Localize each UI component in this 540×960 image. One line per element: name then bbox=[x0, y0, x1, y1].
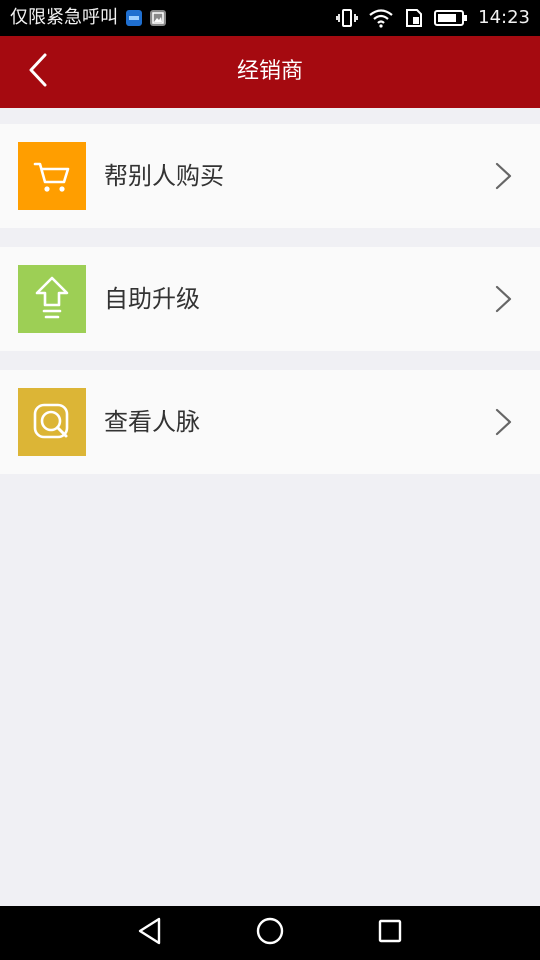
menu-item-label: 帮别人购买 bbox=[104, 162, 224, 190]
chevron-right-icon bbox=[494, 408, 514, 436]
page-title: 经销商 bbox=[236, 59, 303, 84]
sim-icon bbox=[404, 8, 424, 28]
nav-home-icon bbox=[255, 916, 285, 950]
menu-item-buy-for-others[interactable]: 帮别人购买 bbox=[0, 124, 540, 228]
status-left: 仅限紧急呼叫 bbox=[10, 0, 166, 36]
wifi-icon bbox=[368, 8, 394, 28]
battery-icon bbox=[434, 8, 468, 28]
upgrade-arrow-icon bbox=[18, 265, 86, 333]
menu-item-label: 自助升级 bbox=[104, 285, 200, 313]
menu-item-self-upgrade[interactable]: 自助升级 bbox=[0, 247, 540, 351]
system-nav-bar bbox=[0, 906, 540, 960]
app-bar: 经销商 bbox=[0, 36, 540, 108]
image-app-icon bbox=[150, 10, 166, 26]
nav-home-button[interactable] bbox=[240, 906, 300, 960]
chevron-right-icon bbox=[494, 285, 514, 313]
cart-icon bbox=[18, 142, 86, 210]
menu-item-label: 查看人脉 bbox=[104, 408, 200, 436]
menu-item-view-contacts[interactable]: 查看人脉 bbox=[0, 370, 540, 474]
notification-app-icon bbox=[126, 10, 142, 26]
status-right: 14:23 bbox=[336, 0, 530, 36]
back-button[interactable] bbox=[14, 50, 62, 94]
status-carrier-text: 仅限紧急呼叫 bbox=[10, 7, 118, 28]
back-chevron-icon bbox=[26, 52, 50, 92]
status-bar: 仅限紧急呼叫 14:23 bbox=[0, 0, 540, 36]
search-contacts-icon bbox=[18, 388, 86, 456]
nav-back-icon bbox=[136, 916, 164, 950]
vibrate-icon bbox=[336, 8, 359, 28]
status-time: 14:23 bbox=[478, 7, 530, 28]
nav-recent-button[interactable] bbox=[360, 906, 420, 960]
chevron-right-icon bbox=[494, 162, 514, 190]
nav-recent-icon bbox=[376, 917, 404, 949]
nav-back-button[interactable] bbox=[120, 906, 180, 960]
